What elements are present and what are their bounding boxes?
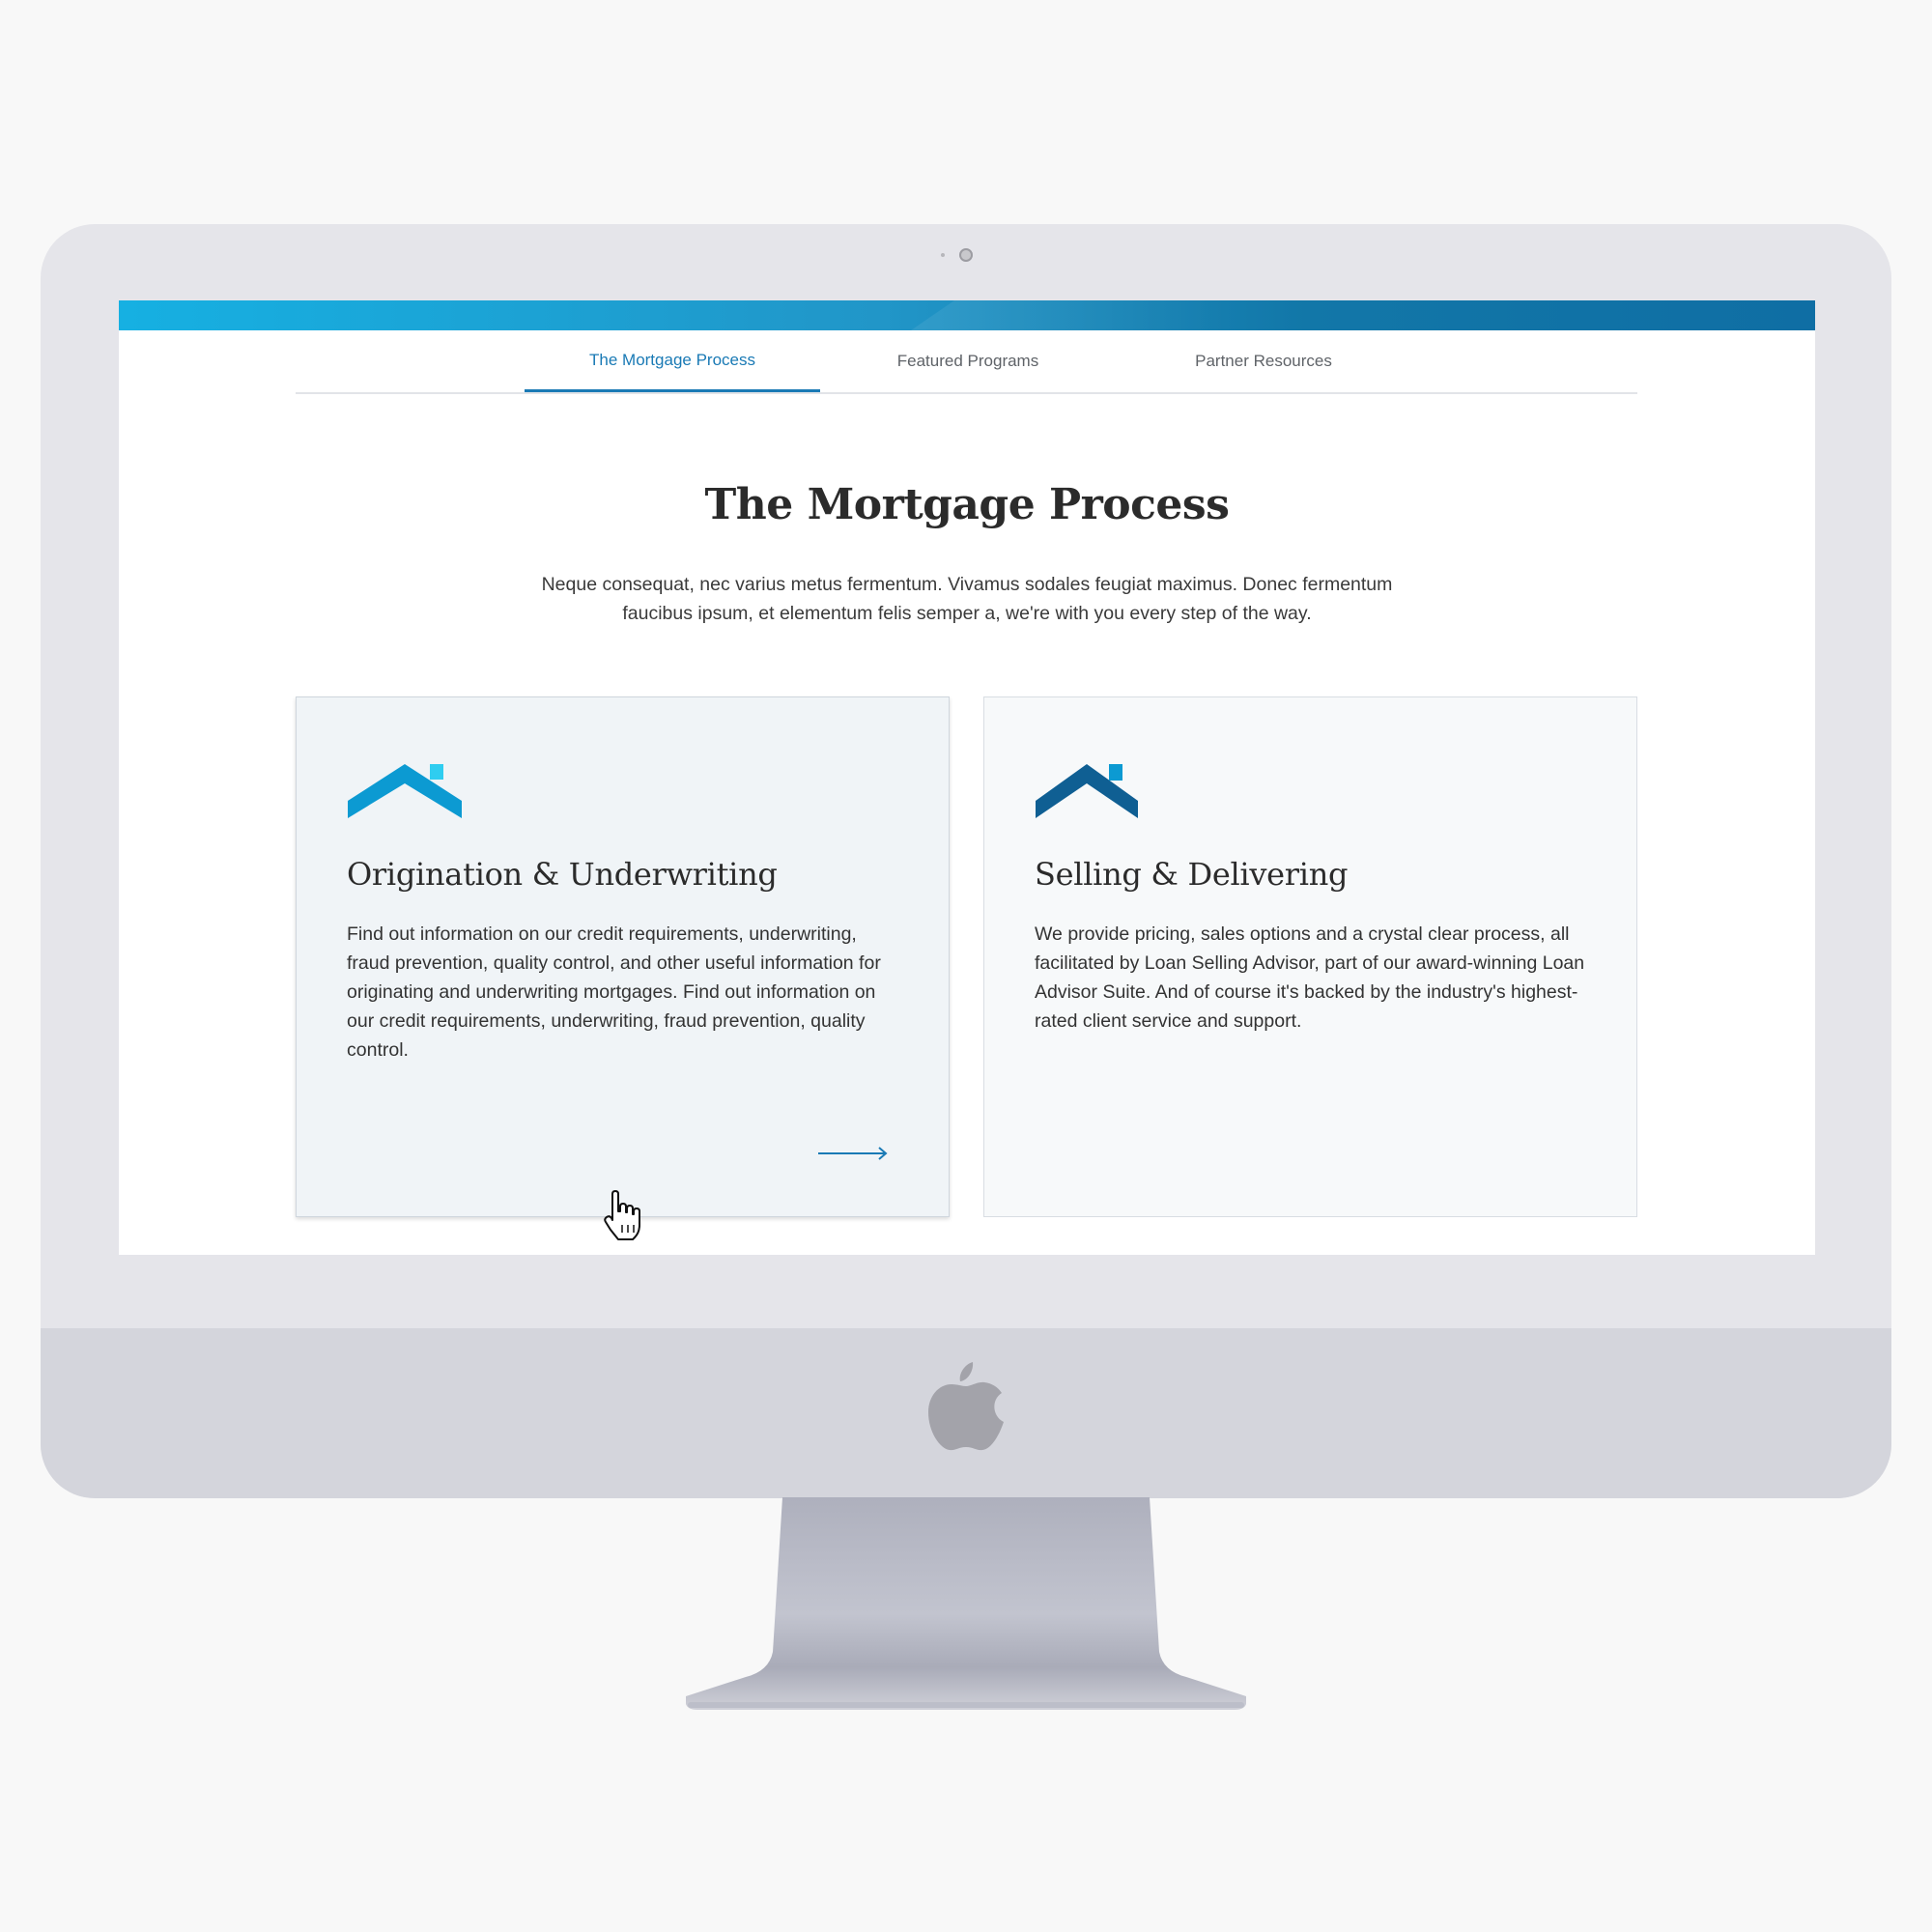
card-selling-delivering[interactable]: Selling & Delivering We provide pricing,… (983, 696, 1637, 1217)
card-title: Selling & Delivering (1035, 856, 1349, 893)
tab-partner-resources[interactable]: Partner Resources (1116, 330, 1411, 392)
arrow-right-icon[interactable] (818, 1146, 888, 1161)
house-roof-icon (1036, 764, 1138, 818)
tab-featured-programs[interactable]: Featured Programs (820, 330, 1116, 392)
hand-cursor-icon (604, 1190, 640, 1240)
card-origination-underwriting[interactable]: Origination & Underwriting Find out info… (296, 696, 950, 1217)
imac-stand (686, 1497, 1246, 1710)
page-intro: Neque consequat, nec varius metus fermen… (541, 574, 1393, 624)
apple-logo-icon (928, 1362, 1004, 1451)
screen: The Mortgage Process Featured Programs P… (119, 300, 1815, 1255)
tab-mortgage-process[interactable]: The Mortgage Process (525, 330, 820, 392)
card-description: We provide pricing, sales options and a … (1035, 923, 1585, 1032)
camera (959, 248, 973, 262)
tab-bar: The Mortgage Process Featured Programs P… (296, 330, 1637, 394)
card-description: Find out information on our credit requi… (347, 923, 881, 1061)
card-title: Origination & Underwriting (347, 856, 778, 893)
house-roof-icon (348, 764, 462, 818)
header-accent-bar (119, 300, 1815, 330)
header-bar-facet (911, 300, 1230, 330)
page-title: The Mortgage Process (704, 480, 1230, 529)
camera-sensor (941, 253, 945, 257)
